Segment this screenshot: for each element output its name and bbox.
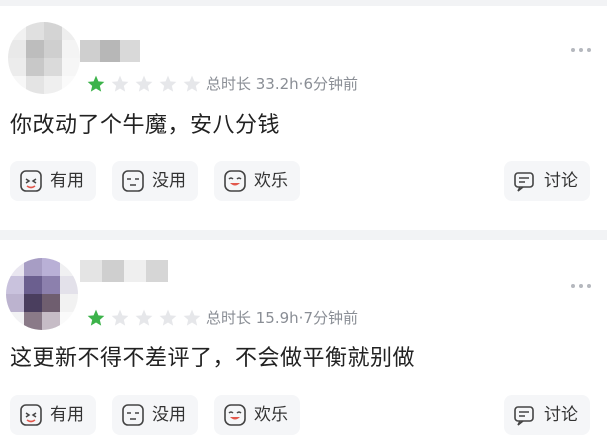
review-content: 这更新不得不差评了，不会做平衡就别做	[10, 346, 416, 371]
discuss-button[interactable]: 讨论	[504, 395, 590, 435]
discuss-label: 讨论	[544, 171, 578, 191]
useless-button[interactable]: 没用	[112, 161, 198, 201]
more-button[interactable]	[569, 278, 593, 288]
useful-label: 有用	[50, 171, 84, 191]
funny-button[interactable]: 欢乐	[214, 395, 300, 435]
blank-face-icon	[122, 404, 144, 426]
star-icon	[111, 309, 129, 326]
funny-label: 欢乐	[254, 405, 288, 425]
discuss-bubble-icon	[514, 406, 534, 426]
laughing-face-icon	[224, 404, 246, 426]
useful-button[interactable]: 有用	[10, 161, 96, 201]
star-icon	[183, 75, 201, 92]
funny-label: 欢乐	[254, 171, 288, 191]
star-icon	[159, 75, 177, 92]
useless-button[interactable]: 没用	[112, 395, 198, 435]
laughing-face-icon	[224, 170, 246, 192]
blank-face-icon	[122, 170, 144, 192]
discuss-label: 讨论	[544, 405, 578, 425]
thumbs-up-face-icon	[20, 170, 42, 192]
more-dots-icon	[569, 272, 593, 293]
star-icon	[135, 75, 153, 92]
review-card: 总时长 15.9h·7分钟前 这更新不得不差评了，不会做平衡就别做 有用 没用 …	[0, 240, 607, 435]
review-meta: 总时长 33.2h·6分钟前	[206, 75, 358, 93]
useless-label: 没用	[152, 405, 186, 425]
avatar-blurred-image	[8, 22, 80, 94]
star-icon	[159, 309, 177, 326]
review-divider	[0, 230, 607, 240]
more-button[interactable]	[569, 42, 593, 52]
review-meta: 总时长 15.9h·7分钟前	[206, 309, 358, 327]
thumbs-up-face-icon	[20, 404, 42, 426]
review-content: 你改动了个牛魔，安八分钱	[10, 113, 281, 138]
star-icon	[111, 75, 129, 92]
star-icon	[183, 309, 201, 326]
funny-button[interactable]: 欢乐	[214, 161, 300, 201]
useful-label: 有用	[50, 405, 84, 425]
useful-button[interactable]: 有用	[10, 395, 96, 435]
avatar[interactable]	[6, 258, 78, 330]
useless-label: 没用	[152, 171, 186, 191]
star-icon	[87, 75, 105, 92]
more-dots-icon	[569, 36, 593, 57]
avatar[interactable]	[8, 22, 80, 94]
discuss-bubble-icon	[514, 172, 534, 192]
discuss-button[interactable]: 讨论	[504, 161, 590, 201]
star-icon	[135, 309, 153, 326]
avatar-blurred-image	[6, 258, 78, 330]
username-blurred[interactable]	[80, 260, 168, 282]
star-icon	[87, 309, 105, 326]
star-rating	[86, 308, 202, 328]
star-rating	[86, 74, 202, 94]
review-card: 总时长 33.2h·6分钟前 你改动了个牛魔，安八分钱 有用 没用 欢乐 讨论	[0, 0, 607, 230]
username-blurred[interactable]	[80, 40, 140, 62]
